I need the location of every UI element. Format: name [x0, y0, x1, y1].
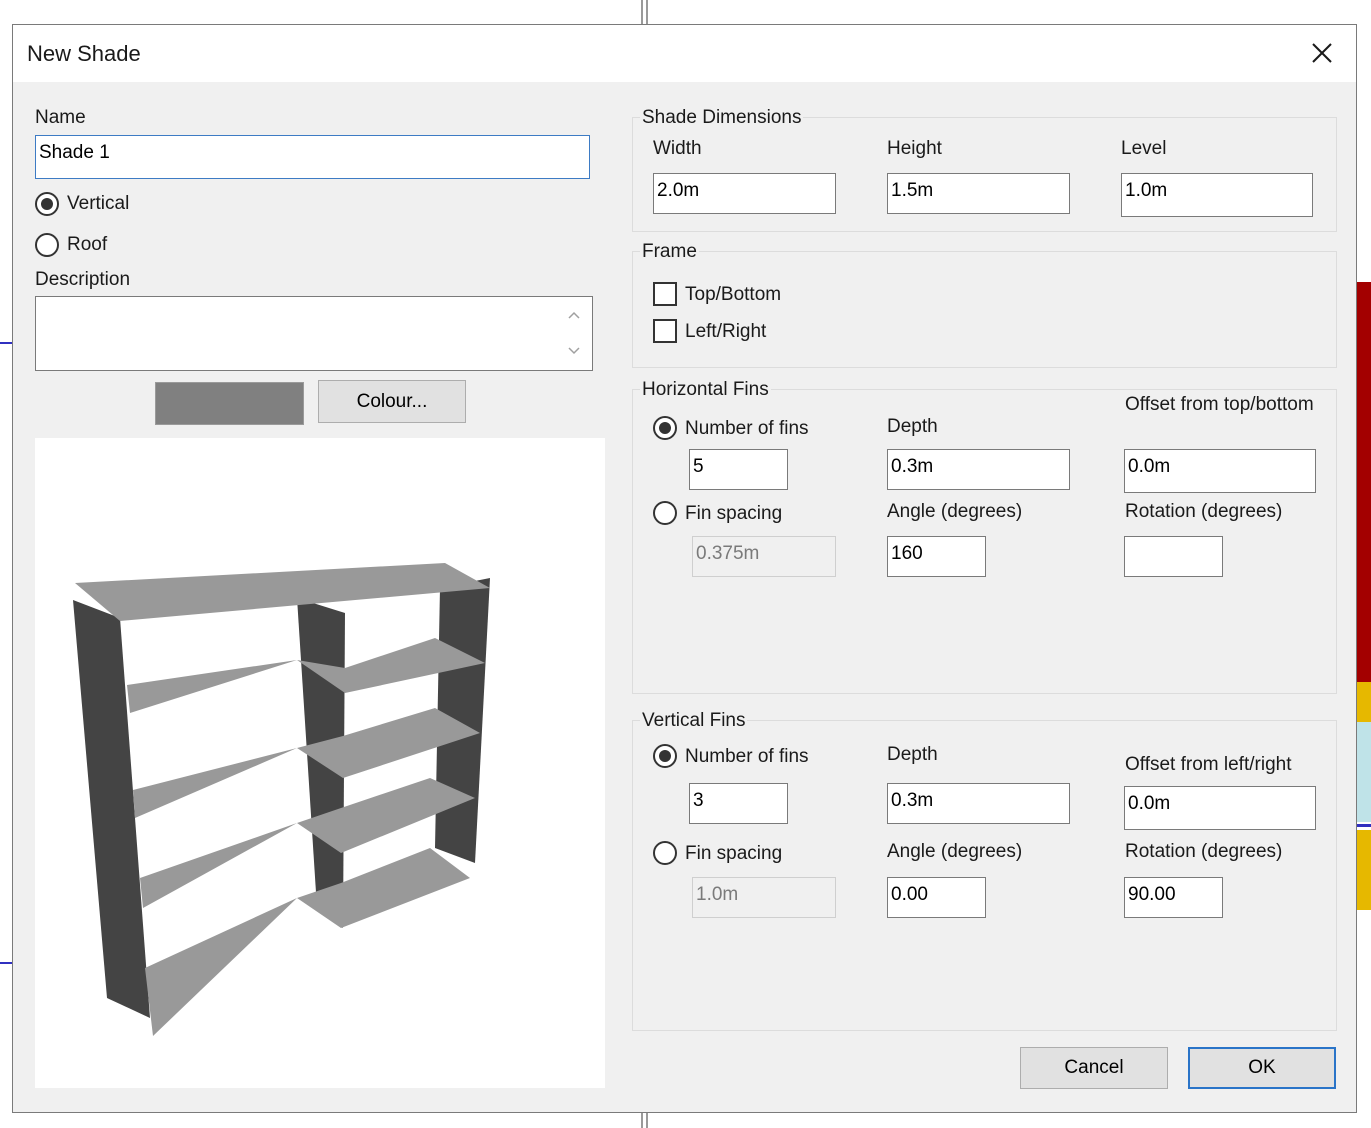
- roof-radio-label[interactable]: Roof: [67, 234, 107, 256]
- title-bar: New Shade: [13, 25, 1356, 82]
- background-model-cyan: [1357, 722, 1371, 822]
- close-icon[interactable]: [1306, 37, 1338, 69]
- vertical-radio-label[interactable]: Vertical: [67, 193, 129, 215]
- background-model-blue-line: [1357, 824, 1371, 827]
- h-fin-spacing-label[interactable]: Fin spacing: [685, 503, 782, 525]
- background-model-blue-line: [0, 342, 12, 344]
- v-number-of-fins-label[interactable]: Number of fins: [685, 746, 809, 768]
- h-angle-field[interactable]: 160: [887, 536, 986, 577]
- background-model-yellow: [1357, 830, 1371, 910]
- h-rotation-field[interactable]: [1124, 536, 1223, 577]
- level-label: Level: [1121, 138, 1167, 159]
- vertical-fins-title: Vertical Fins: [640, 710, 748, 732]
- colour-button[interactable]: Colour...: [318, 380, 466, 423]
- scroll-up-icon[interactable]: [566, 309, 582, 321]
- left-right-checkbox[interactable]: [653, 319, 677, 343]
- shade-3d-render: [73, 563, 490, 1036]
- v-offset-label: Offset from left/right: [1125, 754, 1292, 775]
- v-rotation-label: Rotation (degrees): [1125, 841, 1283, 862]
- v-offset-field[interactable]: 0.0m: [1124, 786, 1316, 830]
- background-model-yellow: [1357, 682, 1371, 722]
- v-number-of-fins-field[interactable]: 3: [689, 783, 788, 824]
- v-angle-field[interactable]: 0.00: [887, 877, 986, 918]
- h-number-of-fins-radio[interactable]: [653, 416, 677, 440]
- top-bottom-label[interactable]: Top/Bottom: [685, 284, 781, 306]
- height-label: Height: [887, 138, 942, 159]
- shade-3d-preview: [35, 438, 605, 1088]
- name-label: Name: [35, 107, 86, 128]
- h-depth-field[interactable]: 0.3m: [887, 449, 1070, 490]
- background-model-red: [1357, 282, 1371, 682]
- background-divider: [641, 1113, 643, 1128]
- v-fin-spacing-label[interactable]: Fin spacing: [685, 843, 782, 865]
- dialog-title: New Shade: [27, 41, 141, 66]
- h-fin-spacing-field: 0.375m: [692, 536, 836, 577]
- h-number-of-fins-field[interactable]: 5: [689, 449, 788, 490]
- description-label: Description: [35, 269, 131, 290]
- horizontal-fin-1: [75, 563, 490, 621]
- cancel-button[interactable]: Cancel: [1020, 1047, 1168, 1089]
- shade-dimensions-title: Shade Dimensions: [640, 107, 804, 129]
- width-label: Width: [653, 138, 702, 159]
- background-model-blue-line: [0, 962, 12, 964]
- colour-swatch: [155, 382, 304, 425]
- name-field[interactable]: Shade 1: [35, 135, 590, 179]
- ok-button[interactable]: OK: [1188, 1047, 1336, 1089]
- v-fin-spacing-radio[interactable]: [653, 841, 677, 865]
- background-divider: [646, 0, 648, 24]
- v-angle-label: Angle (degrees): [887, 841, 1023, 862]
- h-number-of-fins-label[interactable]: Number of fins: [685, 418, 809, 440]
- vertical-radio[interactable]: [35, 192, 59, 216]
- horizontal-fins-title: Horizontal Fins: [640, 379, 771, 401]
- v-depth-label: Depth: [887, 744, 938, 765]
- frame-title: Frame: [640, 241, 699, 263]
- description-field[interactable]: [35, 296, 593, 371]
- height-field[interactable]: 1.5m: [887, 173, 1070, 214]
- level-field[interactable]: 1.0m: [1121, 173, 1313, 217]
- h-offset-field[interactable]: 0.0m: [1124, 449, 1316, 493]
- h-rotation-label: Rotation (degrees): [1125, 501, 1283, 522]
- h-fin-spacing-radio[interactable]: [653, 501, 677, 525]
- background-divider: [646, 1113, 648, 1128]
- new-shade-dialog: New Shade Name Shade 1 Vertical Roof Des…: [12, 24, 1357, 1113]
- width-field[interactable]: 2.0m: [653, 173, 836, 214]
- h-depth-label: Depth: [887, 416, 938, 437]
- background-divider: [641, 0, 643, 24]
- h-angle-label: Angle (degrees): [887, 501, 1023, 522]
- v-number-of-fins-radio[interactable]: [653, 744, 677, 768]
- v-rotation-field[interactable]: 90.00: [1124, 877, 1223, 918]
- roof-radio[interactable]: [35, 233, 59, 257]
- left-right-label[interactable]: Left/Right: [685, 321, 766, 343]
- v-depth-field[interactable]: 0.3m: [887, 783, 1070, 824]
- frame-group: [632, 251, 1337, 368]
- v-fin-spacing-field: 1.0m: [692, 877, 836, 918]
- scroll-down-icon[interactable]: [566, 345, 582, 357]
- top-bottom-checkbox[interactable]: [653, 282, 677, 306]
- h-offset-label: Offset from top/bottom: [1125, 394, 1314, 415]
